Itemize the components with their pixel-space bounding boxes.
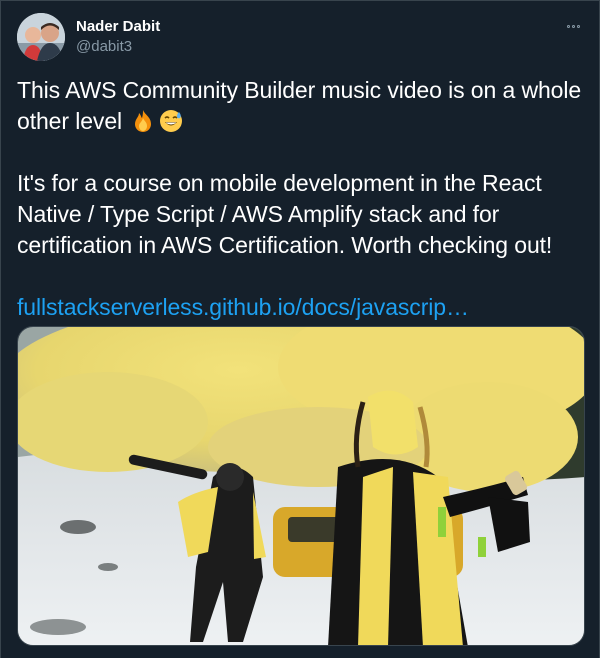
avatar[interactable]: [17, 13, 65, 61]
author-names: Nader Dabit @dabit3: [76, 17, 160, 57]
tweet-text: This AWS Community Builder music video i…: [17, 75, 585, 323]
tweet-line-1: This AWS Community Builder music video i…: [17, 77, 582, 134]
media-attachment[interactable]: [17, 326, 585, 646]
avatar-photo-icon: [17, 13, 65, 61]
fire-emoji-icon: [135, 110, 152, 132]
display-name[interactable]: Nader Dabit: [76, 17, 160, 37]
more-options-icon[interactable]: [563, 19, 583, 33]
user-handle[interactable]: @dabit3: [76, 37, 160, 57]
tweet-header: Nader Dabit @dabit3: [17, 13, 585, 63]
tweet-link[interactable]: fullstackserverless.github.io/docs/javas…: [17, 294, 469, 320]
tweet-card: Nader Dabit @dabit3 This AWS Community B…: [0, 0, 600, 658]
tweet-line-2: It's for a course on mobile development …: [17, 170, 553, 258]
sweat-smile-emoji-icon: [160, 110, 183, 132]
video-thumbnail-icon: [18, 327, 584, 645]
